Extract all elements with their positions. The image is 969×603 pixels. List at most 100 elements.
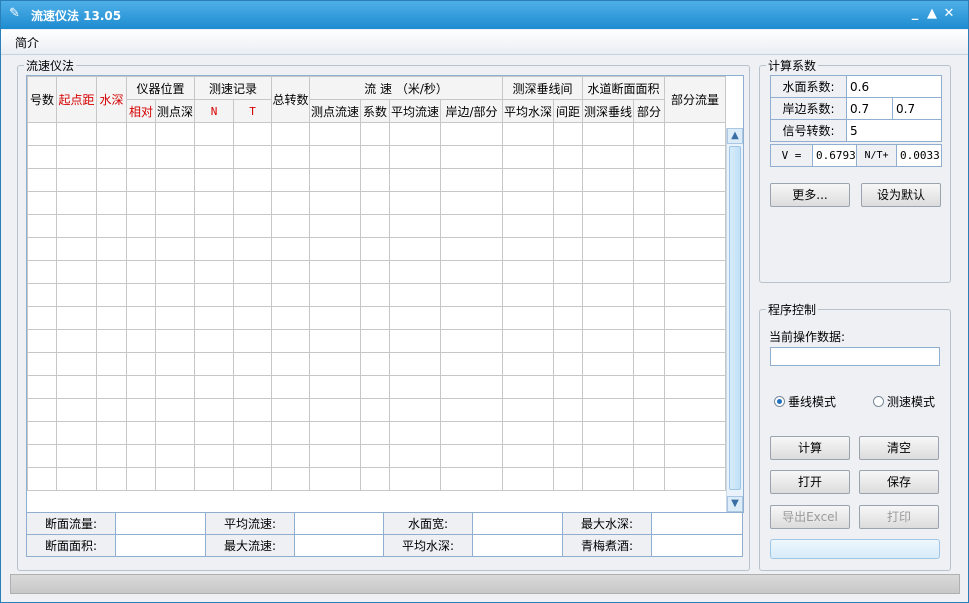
table-cell[interactable]: [271, 283, 311, 307]
table-cell[interactable]: [440, 306, 504, 330]
table-cell[interactable]: [553, 145, 584, 169]
table-cell[interactable]: [633, 260, 666, 284]
table-cell[interactable]: [440, 191, 504, 215]
table-cell[interactable]: [664, 168, 727, 192]
table-cell[interactable]: [440, 122, 504, 146]
table-cell[interactable]: [56, 122, 97, 146]
table-cell[interactable]: [56, 214, 97, 238]
table-cell[interactable]: [309, 168, 362, 192]
table-cell[interactable]: [633, 214, 666, 238]
table-cell[interactable]: [309, 122, 362, 146]
table-cell[interactable]: [126, 467, 156, 491]
print-button[interactable]: 打印: [859, 505, 939, 529]
table-cell[interactable]: [271, 352, 311, 376]
table-cell[interactable]: [553, 191, 584, 215]
table-cell[interactable]: [154, 306, 196, 330]
surface-coef-input[interactable]: 0.6: [846, 75, 942, 98]
table-cell[interactable]: [633, 352, 666, 376]
table-cell[interactable]: [582, 191, 635, 215]
table-cell[interactable]: [582, 444, 635, 468]
table-cell[interactable]: [664, 467, 727, 491]
table-cell[interactable]: [96, 214, 127, 238]
table-cell[interactable]: [553, 168, 584, 192]
table-cell[interactable]: [233, 329, 273, 353]
table-cell[interactable]: [96, 191, 127, 215]
table-cell[interactable]: [553, 214, 584, 238]
table-cell[interactable]: [502, 145, 555, 169]
minimize-button[interactable]: _: [908, 7, 922, 21]
table-cell[interactable]: [633, 329, 666, 353]
table-cell[interactable]: [664, 145, 727, 169]
table-cell[interactable]: [389, 352, 442, 376]
table-cell[interactable]: [271, 444, 311, 468]
table-cell[interactable]: [360, 352, 391, 376]
table-cell[interactable]: [389, 237, 442, 261]
table-cell[interactable]: [582, 375, 635, 399]
table-cell[interactable]: [27, 375, 57, 399]
table-cell[interactable]: [233, 214, 273, 238]
table-cell[interactable]: [27, 237, 57, 261]
table-cell[interactable]: [154, 214, 196, 238]
table-cell[interactable]: [633, 444, 666, 468]
table-cell[interactable]: [27, 145, 57, 169]
table-cell[interactable]: [194, 352, 235, 376]
table-cell[interactable]: [56, 467, 97, 491]
table-cell[interactable]: [553, 306, 584, 330]
table-cell[interactable]: [502, 283, 555, 307]
table-cell[interactable]: [154, 237, 196, 261]
v-value-input[interactable]: 0.6793: [812, 144, 857, 167]
table-cell[interactable]: [440, 214, 504, 238]
table-cell[interactable]: [233, 444, 273, 468]
table-cell[interactable]: [233, 375, 273, 399]
table-cell[interactable]: [360, 168, 391, 192]
table-cell[interactable]: [271, 260, 311, 284]
table-cell[interactable]: [233, 122, 273, 146]
table-cell[interactable]: [27, 168, 57, 192]
table-cell[interactable]: [360, 444, 391, 468]
table-cell[interactable]: [389, 122, 442, 146]
table-cell[interactable]: [96, 237, 127, 261]
table-cell[interactable]: [233, 421, 273, 445]
table-cell[interactable]: [360, 145, 391, 169]
table-cell[interactable]: [233, 352, 273, 376]
table-cell[interactable]: [96, 421, 127, 445]
table-cell[interactable]: [126, 329, 156, 353]
table-cell[interactable]: [664, 329, 727, 353]
table-cell[interactable]: [233, 145, 273, 169]
table-cell[interactable]: [96, 329, 127, 353]
table-cell[interactable]: [96, 352, 127, 376]
table-cell[interactable]: [553, 352, 584, 376]
table-cell[interactable]: [502, 306, 555, 330]
table-cell[interactable]: [502, 375, 555, 399]
table-cell[interactable]: [96, 168, 127, 192]
table-cell[interactable]: [233, 168, 273, 192]
table-cell[interactable]: [271, 214, 311, 238]
table-cell[interactable]: [582, 122, 635, 146]
table-cell[interactable]: [56, 375, 97, 399]
table-cell[interactable]: [233, 283, 273, 307]
table-cell[interactable]: [271, 421, 311, 445]
save-button[interactable]: 保存: [859, 470, 939, 494]
signal-rev-input[interactable]: 5: [846, 119, 942, 142]
clear-button[interactable]: 清空: [859, 436, 939, 460]
table-cell[interactable]: [664, 375, 727, 399]
table-cell[interactable]: [582, 329, 635, 353]
table-cell[interactable]: [27, 306, 57, 330]
bank-coef-input-2[interactable]: 0.7: [892, 97, 942, 120]
set-default-button[interactable]: 设为默认: [861, 183, 941, 207]
table-cell[interactable]: [96, 444, 127, 468]
table-cell[interactable]: [664, 306, 727, 330]
table-cell[interactable]: [582, 306, 635, 330]
table-cell[interactable]: [309, 306, 362, 330]
table-cell[interactable]: [96, 260, 127, 284]
table-cell[interactable]: [27, 398, 57, 422]
table-cell[interactable]: [633, 306, 666, 330]
table-cell[interactable]: [309, 375, 362, 399]
table-cell[interactable]: [582, 421, 635, 445]
table-cell[interactable]: [27, 421, 57, 445]
table-cell[interactable]: [360, 214, 391, 238]
table-cell[interactable]: [309, 421, 362, 445]
table-cell[interactable]: [271, 168, 311, 192]
table-cell[interactable]: [56, 352, 97, 376]
table-cell[interactable]: [194, 375, 235, 399]
